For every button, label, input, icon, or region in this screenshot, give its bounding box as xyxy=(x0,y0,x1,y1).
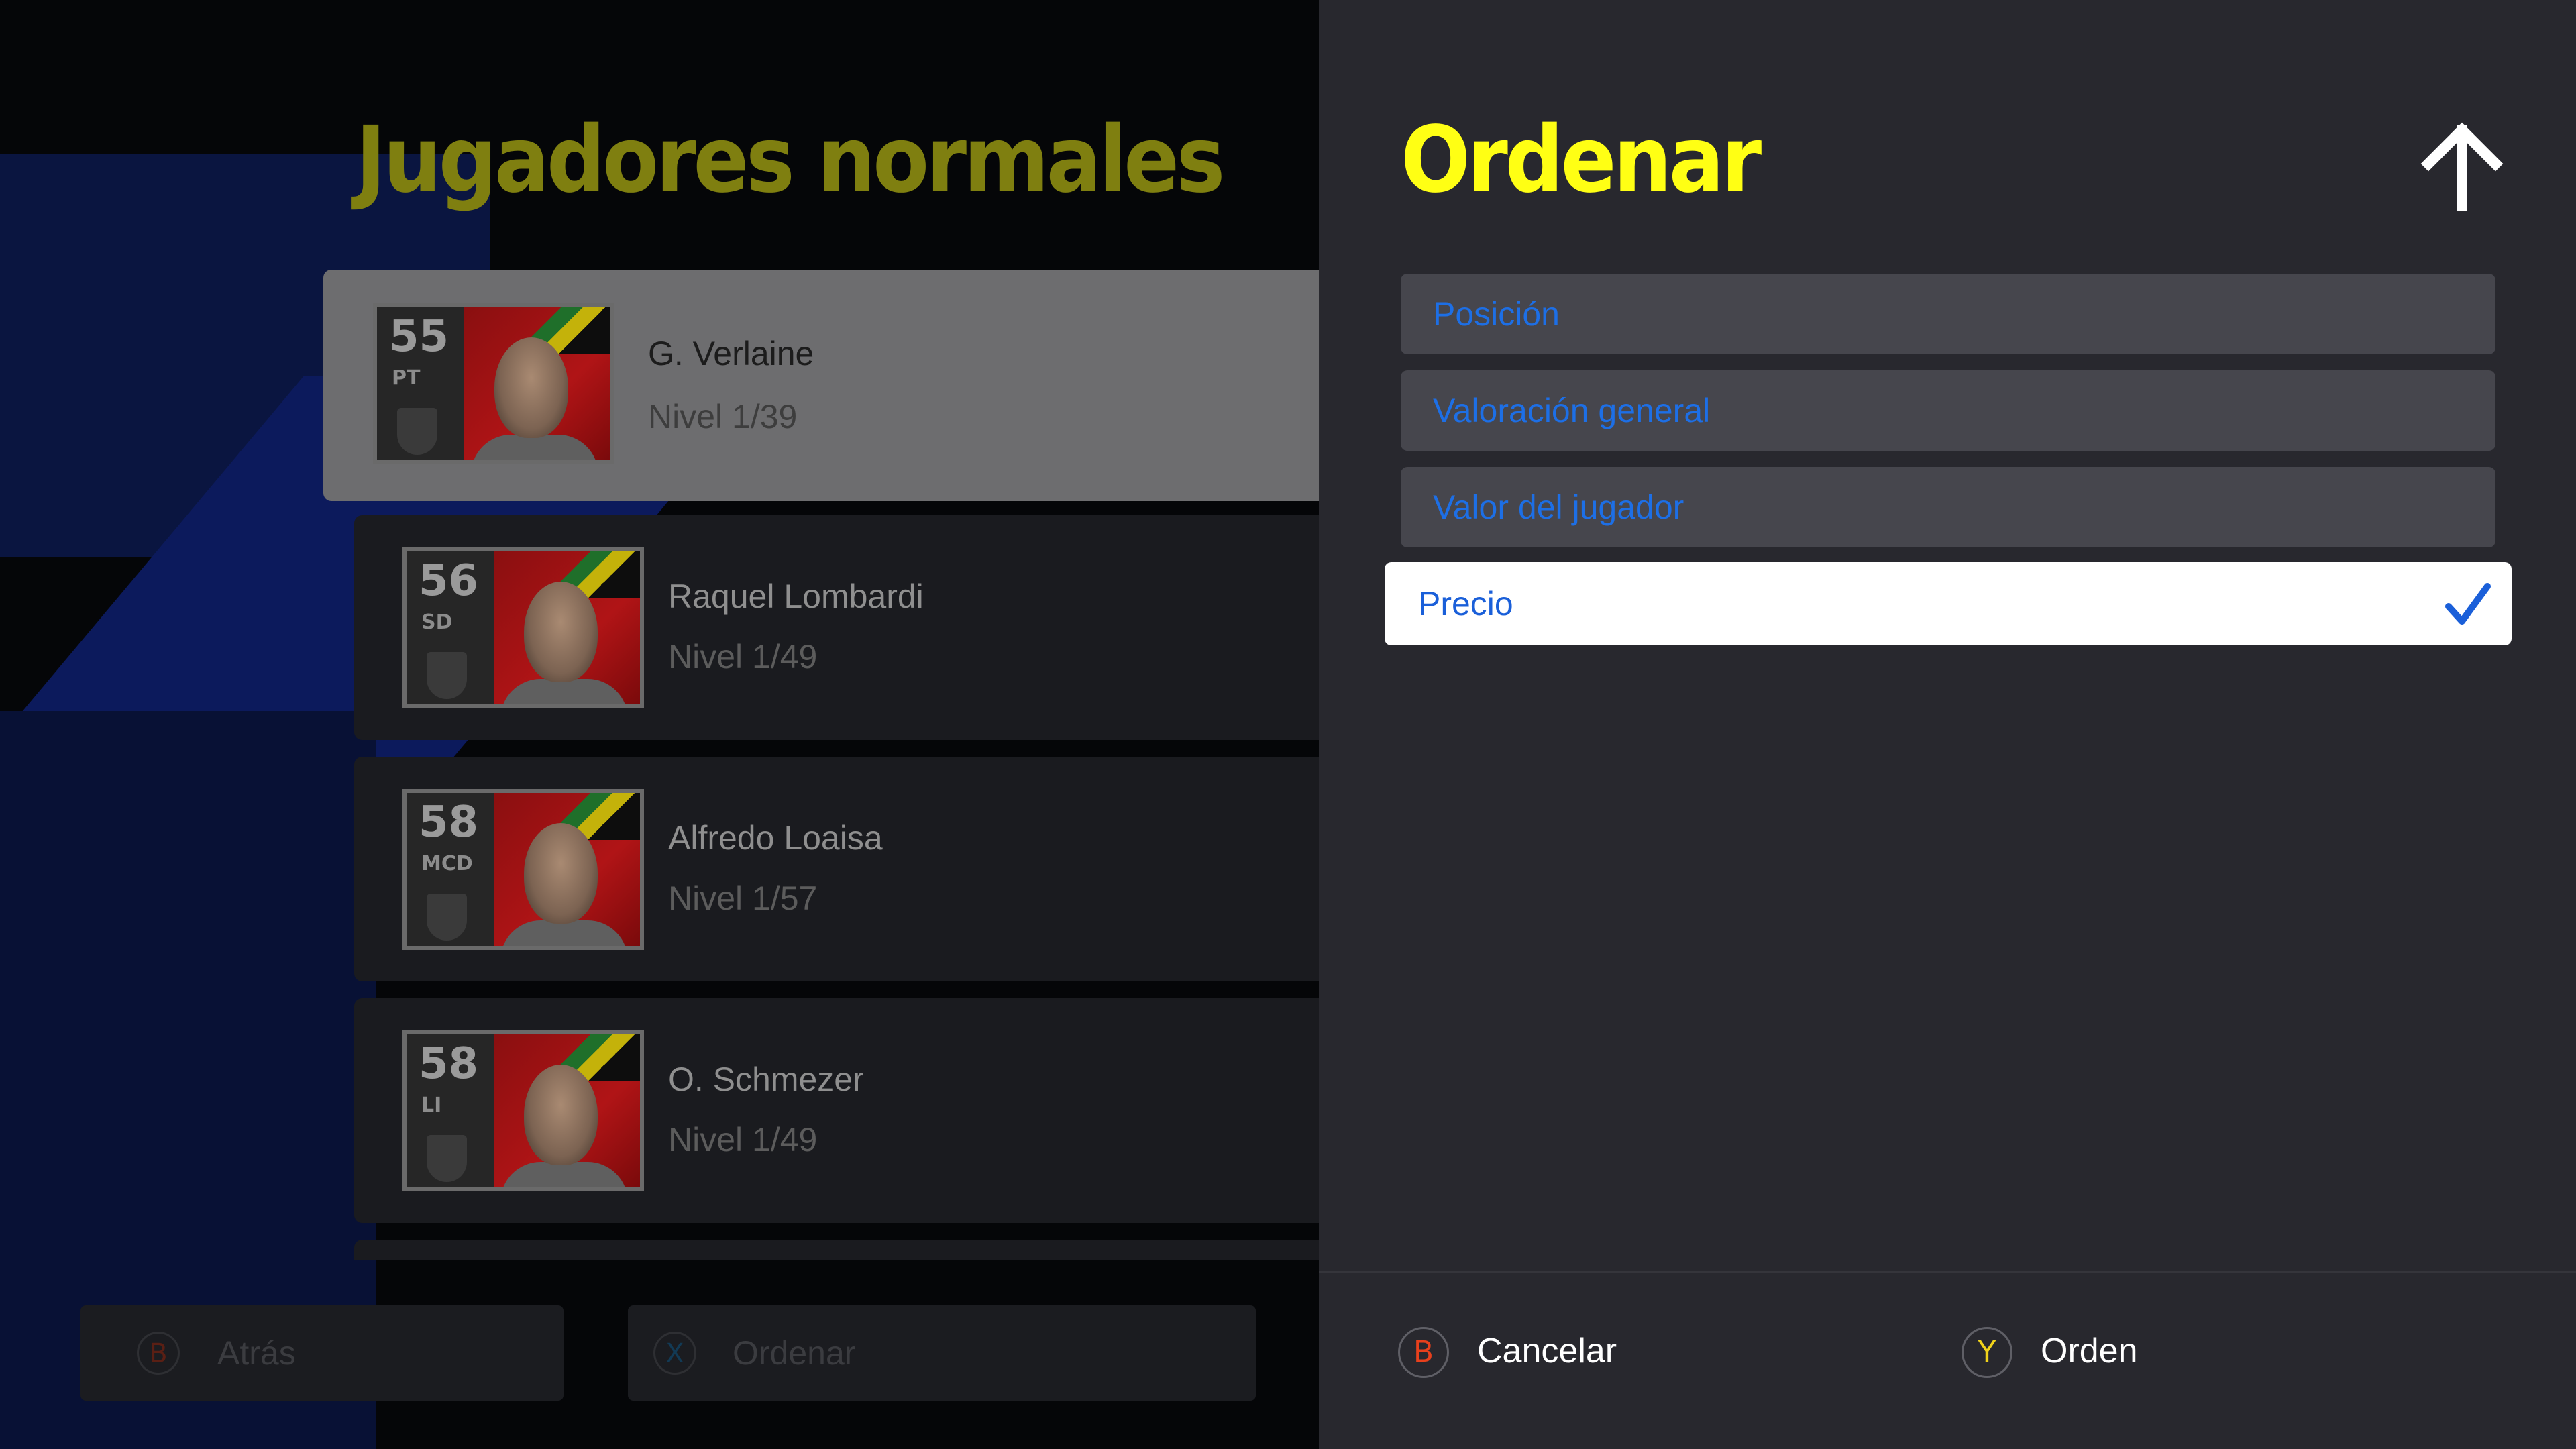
player-rating: 56 xyxy=(419,556,479,606)
sort-option-player-value[interactable]: Valor del jugador xyxy=(1401,467,2496,547)
sort-option-position[interactable]: Posición xyxy=(1401,274,2496,354)
club-shield-icon xyxy=(427,894,467,941)
sort-option-label: Valoración general xyxy=(1433,392,1711,429)
club-shield-icon xyxy=(397,408,437,455)
player-name: G. Verlaine xyxy=(648,335,814,372)
sort-option-overall-rating[interactable]: Valoración general xyxy=(1401,370,2496,451)
cancel-label: Cancelar xyxy=(1477,1332,1617,1371)
footer-divider xyxy=(1319,1271,2576,1273)
y-button-icon: Y xyxy=(1962,1327,2012,1378)
sort-panel: Ordenar Posición Valoración general Valo… xyxy=(1319,0,2576,1449)
page-title: Jugadores normales xyxy=(356,107,1226,213)
player-rating: 58 xyxy=(419,798,479,847)
player-name: Alfredo Loaisa xyxy=(668,819,883,857)
sort-option-price[interactable]: Precio xyxy=(1385,562,2512,645)
player-level: Nivel 1/57 xyxy=(668,879,818,917)
b-button-icon: B xyxy=(1398,1327,1449,1378)
checkmark-icon xyxy=(2445,583,2491,625)
player-card-partial xyxy=(354,1240,1360,1260)
player-name: Raquel Lombardi xyxy=(668,578,924,615)
player-position: SD xyxy=(421,610,453,634)
player-face xyxy=(524,823,598,924)
player-card[interactable]: 55 PT G. Verlaine Nivel 1/39 xyxy=(323,270,1330,501)
player-position: PT xyxy=(392,366,421,390)
club-shield-icon xyxy=(427,1135,467,1182)
player-level: Nivel 1/39 xyxy=(648,398,798,435)
screen: Jugadores normales 55 PT G. Verlaine Niv… xyxy=(0,0,2576,1449)
player-thumbnail: 58 MCD xyxy=(402,789,644,950)
player-rating: 58 xyxy=(419,1039,479,1089)
arrow-up-icon[interactable] xyxy=(2415,121,2509,215)
player-position: MCD xyxy=(421,852,473,875)
order-label: Orden xyxy=(2041,1332,2138,1371)
player-level: Nivel 1/49 xyxy=(668,1121,818,1159)
sort-title: Ordenar xyxy=(1401,107,1762,213)
player-thumbnail: 55 PT xyxy=(373,303,614,464)
player-thumbnail: 56 SD xyxy=(402,547,644,708)
sort-option-label: Precio xyxy=(1418,585,1513,623)
player-thumbnail: 58 LI xyxy=(402,1030,644,1191)
sort-option-label: Valor del jugador xyxy=(1433,488,1684,526)
player-card[interactable]: 58 MCD Alfredo Loaisa Nivel 1/57 xyxy=(354,757,1360,981)
player-position: LI xyxy=(421,1093,442,1117)
b-button-icon: B xyxy=(137,1332,180,1375)
sort-label: Ordenar xyxy=(733,1334,856,1372)
player-face xyxy=(524,582,598,682)
club-shield-icon xyxy=(427,652,467,699)
back-label: Atrás xyxy=(217,1334,296,1372)
player-card[interactable]: 58 LI O. Schmezer Nivel 1/49 xyxy=(354,998,1360,1223)
x-button-icon: X xyxy=(653,1332,696,1375)
back-button[interactable]: B Atrás xyxy=(80,1305,564,1401)
player-face xyxy=(524,1065,598,1165)
player-name: O. Schmezer xyxy=(668,1061,864,1098)
sort-button[interactable]: X Ordenar xyxy=(628,1305,1256,1401)
sort-option-label: Posición xyxy=(1433,295,1560,333)
player-level: Nivel 1/49 xyxy=(668,638,818,676)
player-face xyxy=(494,337,568,438)
player-rating: 55 xyxy=(389,312,449,362)
player-card[interactable]: 56 SD Raquel Lombardi Nivel 1/49 xyxy=(354,515,1360,740)
